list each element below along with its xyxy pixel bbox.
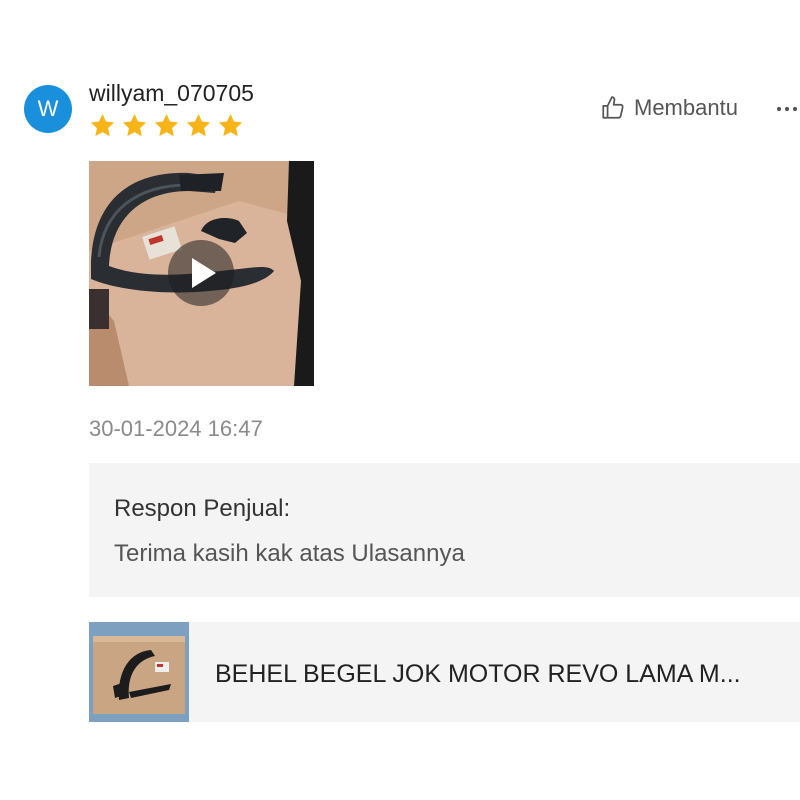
seller-reply-panel: Respon Penjual: Terima kasih kak atas Ul…	[89, 463, 800, 597]
thumbs-up-icon	[602, 96, 624, 119]
star-icon	[154, 114, 179, 137]
product-thumbnail	[89, 622, 189, 722]
seller-reply-text: Terima kasih kak atas Ulasannya	[114, 540, 465, 567]
product-image	[89, 622, 189, 722]
video-preview-image	[89, 161, 314, 386]
review-video-thumbnail[interactable]	[89, 161, 314, 386]
review-card: W willyam_070705 Membantu 30-01-2024 16:…	[0, 0, 800, 800]
product-title: BEHEL BEGEL JOK MOTOR REVO LAMA M...	[215, 660, 741, 688]
star-icon	[122, 114, 147, 137]
avatar[interactable]: W	[24, 85, 72, 133]
product-link[interactable]: BEHEL BEGEL JOK MOTOR REVO LAMA M...	[89, 622, 800, 722]
star-icon	[218, 114, 243, 137]
star-rating	[88, 112, 245, 139]
helpful-button[interactable]: Membantu	[600, 95, 738, 121]
review-timestamp: 30-01-2024 16:47	[89, 416, 263, 441]
star-icon	[90, 114, 115, 137]
star-icon	[186, 114, 211, 137]
avatar-initial: W	[37, 96, 59, 121]
more-horizontal-icon[interactable]	[774, 96, 800, 122]
helpful-label: Membantu	[634, 95, 738, 120]
seller-reply-heading: Respon Penjual:	[114, 495, 291, 522]
username[interactable]: willyam_070705	[89, 80, 254, 107]
